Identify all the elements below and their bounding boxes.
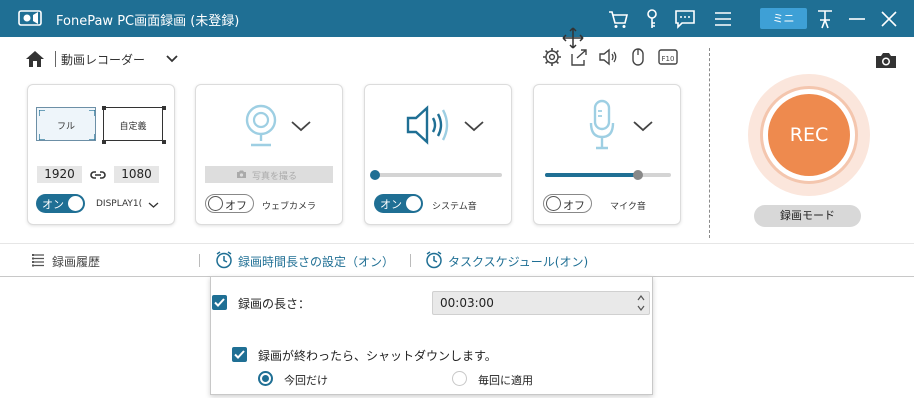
chevron-down-icon[interactable]	[164, 51, 180, 67]
webcam-label: ウェブカメラ	[262, 202, 317, 212]
chevron-down-icon[interactable]	[148, 200, 159, 210]
pin-icon[interactable]	[814, 8, 836, 30]
mic-volume-slider[interactable]	[545, 170, 671, 180]
speaker-icon	[406, 105, 449, 145]
duration-settings-popup: 録画の長さ： 00:03:00 録画が終わったら、シャットダウンします。 今回だ…	[210, 276, 653, 395]
settings-gear-icon[interactable]	[541, 46, 563, 68]
window-title: FonePaw PC画面録画 (未登録)	[56, 14, 240, 29]
toggle-knob	[406, 196, 421, 211]
length-label: 録画の長さ：	[238, 297, 311, 311]
task-schedule-link[interactable]: タスクスケジュール(オン)	[448, 253, 588, 270]
mode-separator	[55, 51, 56, 67]
length-time-value: 00:03:00	[440, 296, 494, 310]
slider-knob[interactable]	[633, 170, 644, 180]
custom-region-label: 自定義	[119, 122, 147, 132]
recorder-mode-label[interactable]: 動画レコーダー	[61, 51, 145, 68]
system-audio-toggle[interactable]: オン	[374, 194, 423, 213]
mic-toggle[interactable]: オフ	[543, 194, 592, 213]
radio-every-time-label: 毎回に適用	[478, 374, 533, 387]
fullscreen-option[interactable]: フル	[36, 107, 96, 141]
bottom-separator	[410, 254, 411, 267]
chevron-down-icon[interactable]	[463, 119, 485, 133]
fullscreen-label: フル	[56, 122, 75, 132]
chevron-up-icon[interactable]	[636, 293, 646, 303]
shutdown-label: 録画が終わったら、シャットダウンします。	[258, 349, 497, 363]
duration-setting-link[interactable]: 録画時間長さの設定（オン）	[238, 253, 394, 270]
close-icon[interactable]	[878, 8, 900, 30]
microphone-icon	[589, 99, 615, 150]
system-volume-slider[interactable]	[370, 170, 502, 180]
length-checkbox[interactable]	[212, 295, 227, 310]
camera-icon	[237, 170, 246, 178]
alarm-clock-icon[interactable]	[425, 251, 443, 269]
slider-fill	[545, 173, 639, 177]
fonepaw-recorder-window: FonePaw PC画面録画 (未登録) ミニ 動画レコーダー F10 フル 自…	[0, 0, 914, 398]
check-icon	[214, 298, 225, 307]
minimize-icon[interactable]	[846, 8, 868, 30]
chevron-down-icon[interactable]	[290, 119, 312, 133]
chevron-down-icon[interactable]	[632, 119, 654, 133]
webcam-toggle[interactable]: オフ	[205, 194, 254, 213]
list-icon[interactable]	[31, 253, 45, 267]
length-time-input[interactable]: 00:03:00	[432, 291, 650, 315]
panel-divider	[709, 48, 710, 238]
speaker-icon[interactable]	[597, 46, 619, 68]
width-input[interactable]: 1920	[37, 166, 82, 183]
svg-text:F10: F10	[662, 55, 675, 63]
screenshot-camera-icon[interactable]	[874, 50, 898, 70]
bottom-separator	[199, 254, 200, 267]
radio-this-time[interactable]	[258, 371, 273, 386]
clock-icon[interactable]	[215, 251, 233, 269]
radio-every-time[interactable]	[452, 371, 467, 386]
chat-icon[interactable]	[674, 8, 696, 30]
title-bar: FonePaw PC画面録画 (未登録) ミニ	[0, 0, 914, 37]
link-icon[interactable]	[90, 168, 106, 182]
radio-this-time-label: 今回だけ	[284, 374, 328, 387]
microphone-panel: オフ マイク音	[533, 84, 681, 225]
webcam-panel: 写真を撮る オフ ウェブカメラ	[195, 84, 343, 225]
system-audio-label: システム音	[432, 202, 477, 212]
toggle-knob	[208, 196, 223, 211]
rec-button-halo: REC	[748, 74, 870, 196]
recording-mode-button[interactable]: 録画モード	[754, 205, 861, 227]
slider-knob[interactable]	[370, 170, 380, 180]
height-input[interactable]: 1080	[114, 166, 159, 183]
system-audio-toggle-label: オン	[380, 198, 402, 211]
take-photo-button[interactable]: 写真を撮る	[205, 166, 333, 183]
custom-region-option[interactable]: 自定義	[102, 106, 166, 144]
logo-icon	[18, 10, 42, 26]
key-icon[interactable]	[641, 8, 663, 30]
webcam-icon	[245, 104, 277, 147]
system-audio-panel: オン システム音	[364, 84, 512, 225]
toggle-knob	[68, 196, 83, 211]
recording-history-link[interactable]: 録画履歴	[52, 253, 100, 270]
display-toggle[interactable]: オン	[36, 194, 85, 213]
mini-button[interactable]: ミニ	[760, 8, 807, 29]
display-panel: フル 自定義 1920 1080 オン DISPLAY1(	[27, 84, 175, 225]
display-toggle-label: オン	[42, 198, 64, 211]
shutdown-checkbox[interactable]	[232, 347, 247, 362]
move-cursor-icon	[562, 27, 584, 49]
rec-button-ring: REC	[760, 86, 858, 184]
display-select[interactable]: DISPLAY1(	[96, 199, 142, 209]
mouse-icon[interactable]	[627, 46, 649, 68]
rec-button[interactable]: REC	[768, 94, 850, 176]
mic-label: マイク音	[610, 202, 646, 212]
cart-icon[interactable]	[607, 8, 629, 30]
home-icon[interactable]	[24, 49, 46, 69]
hotkey-icon[interactable]: F10	[657, 46, 679, 68]
menu-icon[interactable]	[712, 8, 734, 30]
webcam-toggle-label: オフ	[225, 199, 247, 212]
check-icon	[234, 350, 245, 359]
mic-toggle-label: オフ	[563, 199, 585, 212]
chevron-down-icon[interactable]	[636, 303, 646, 313]
toggle-knob	[546, 196, 561, 211]
export-icon[interactable]	[568, 46, 590, 68]
take-photo-label: 写真を撮る	[252, 172, 298, 182]
